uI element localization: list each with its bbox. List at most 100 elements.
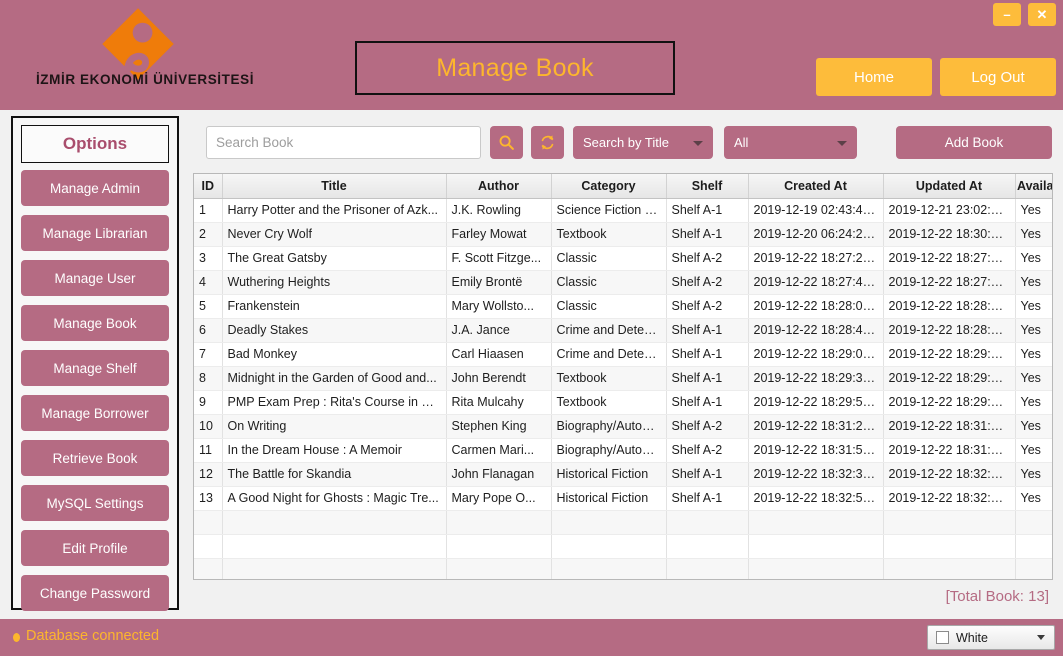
column-header-available[interactable]: Available xyxy=(1015,174,1052,199)
cell-updated-at: 2019-12-22 18:28:47.0 xyxy=(883,318,1016,343)
table-row[interactable] xyxy=(194,558,1052,579)
cell-created-at: 2019-12-22 18:32:58.0 xyxy=(748,486,884,511)
cell-updated-at: 2019-12-22 18:27:46.0 xyxy=(883,270,1016,295)
cell-updated-at: 2019-12-22 18:29:53.0 xyxy=(883,390,1016,415)
cell-created-at: 2019-12-22 18:27:26.0 xyxy=(748,246,884,271)
cell-created-at: 2019-12-22 18:28:47.0 xyxy=(748,318,884,343)
column-header-id[interactable]: ID xyxy=(194,174,223,199)
table-row[interactable]: 11 In the Dream House : A Memoir Carmen Ma… xyxy=(194,438,1052,463)
cell-shelf xyxy=(666,534,749,559)
cell-shelf: Shelf A-1 xyxy=(666,462,749,487)
cell-created-at: 2019-12-22 18:27:46.0 xyxy=(748,270,884,295)
table-row[interactable]: 13 A Good Night for Ghosts : Magic Tre...… xyxy=(194,486,1052,511)
add-book-button[interactable]: Add Book xyxy=(896,126,1052,159)
cell-updated-at: 2019-12-22 18:31:50.0 xyxy=(883,438,1016,463)
search-button[interactable] xyxy=(490,126,523,159)
sidebar-item-change-password[interactable]: Change Password xyxy=(21,575,169,611)
cell-category: Historical Fiction xyxy=(551,462,667,487)
theme-value: White xyxy=(956,630,988,645)
table-row[interactable]: 7 Bad Monkey Carl Hiaasen Crime and Detecti… xyxy=(194,342,1052,367)
cell-available: Yes xyxy=(1015,414,1052,439)
column-header-updated-at[interactable]: Updated At xyxy=(883,174,1016,199)
sidebar-item-manage-borrower[interactable]: Manage Borrower xyxy=(21,395,169,431)
cell-available: Yes xyxy=(1015,294,1052,319)
cell-title: In the Dream House : A Memoir xyxy=(222,438,447,463)
home-button[interactable]: Home xyxy=(816,58,932,96)
sidebar-item-retrieve-book[interactable]: Retrieve Book xyxy=(21,440,169,476)
table-row[interactable]: 3 The Great Gatsby F. Scott Fitzge... Class… xyxy=(194,246,1052,271)
close-icon[interactable]: ✕ xyxy=(1028,3,1056,26)
filter-dropdown[interactable]: All xyxy=(724,126,857,159)
column-header-shelf[interactable]: Shelf xyxy=(666,174,749,199)
logout-button[interactable]: Log Out xyxy=(940,58,1056,96)
sidebar-item-mysql-settings[interactable]: MySQL Settings xyxy=(21,485,169,521)
cell-title: The Great Gatsby xyxy=(222,246,447,271)
sidebar-item-manage-admin[interactable]: Manage Admin xyxy=(21,170,169,206)
sidebar-item-edit-profile[interactable]: Edit Profile xyxy=(21,530,169,566)
cell-shelf: Shelf A-2 xyxy=(666,294,749,319)
cell-title: Harry Potter and the Prisoner of Azk... xyxy=(222,198,447,223)
theme-dropdown[interactable]: White xyxy=(927,625,1055,650)
cell-id xyxy=(194,510,223,535)
table-row[interactable] xyxy=(194,534,1052,559)
cell-category: Crime and Detective xyxy=(551,342,667,367)
cell-id xyxy=(194,558,223,579)
search-by-dropdown[interactable]: Search by Title xyxy=(573,126,713,159)
cell-category: Crime and Detective xyxy=(551,318,667,343)
cell-created-at: 2019-12-22 18:31:50.0 xyxy=(748,438,884,463)
cell-category: Biography/Autobio... xyxy=(551,438,667,463)
search-input[interactable] xyxy=(206,126,481,159)
cell-category: Classic xyxy=(551,294,667,319)
total-book-count: [Total Book: 13] xyxy=(945,588,1049,605)
table-row[interactable]: 4 Wuthering Heights Emily Brontë Classic She… xyxy=(194,270,1052,295)
column-header-title[interactable]: Title xyxy=(222,174,447,199)
cell-title: The Battle for Skandia xyxy=(222,462,447,487)
column-header-created-at[interactable]: Created At xyxy=(748,174,884,199)
sidebar-item-manage-librarian[interactable]: Manage Librarian xyxy=(21,215,169,251)
cell-available: Yes xyxy=(1015,318,1052,343)
cell-author: J.A. Jance xyxy=(446,318,552,343)
table-row[interactable]: 2 Never Cry Wolf Farley Mowat Textbook Shelf… xyxy=(194,222,1052,247)
cell-id: 11 xyxy=(194,438,223,463)
table-row[interactable]: 10 On Writing Stephen King Biography/Autobi… xyxy=(194,414,1052,439)
cell-shelf: Shelf A-2 xyxy=(666,438,749,463)
cell-title: Frankenstein xyxy=(222,294,447,319)
cell-author: F. Scott Fitzge... xyxy=(446,246,552,271)
cell-updated-at xyxy=(883,558,1016,579)
university-branding: İZMİR EKONOMİ ÜNİVERSİTESİ xyxy=(14,4,274,104)
sidebar-item-manage-shelf[interactable]: Manage Shelf xyxy=(21,350,169,386)
cell-shelf: Shelf A-1 xyxy=(666,222,749,247)
cell-created-at xyxy=(748,534,884,559)
table-row[interactable] xyxy=(194,510,1052,535)
books-table-container[interactable]: ID Title Author Category Shelf Created A… xyxy=(193,173,1053,580)
sidebar-item-manage-user[interactable]: Manage User xyxy=(21,260,169,296)
table-row[interactable]: 1 Harry Potter and the Prisoner of Azk...… xyxy=(194,198,1052,223)
refresh-button[interactable] xyxy=(531,126,564,159)
table-row[interactable]: 8 Midnight in the Garden of Good and... Jo… xyxy=(194,366,1052,391)
cell-title: PMP Exam Prep : Rita's Course in a B... xyxy=(222,390,447,415)
cell-title xyxy=(222,558,447,579)
theme-color-swatch xyxy=(936,631,949,644)
cell-author: Mary Pope O... xyxy=(446,486,552,511)
table-row[interactable]: 6 Deadly Stakes J.A. Jance Crime and Detect… xyxy=(194,318,1052,343)
cell-updated-at: 2019-12-22 18:29:34.0 xyxy=(883,366,1016,391)
sidebar-item-manage-book[interactable]: Manage Book xyxy=(21,305,169,341)
table-row[interactable]: 5 Frankenstein Mary Wollsto... Classic Shelf… xyxy=(194,294,1052,319)
cell-available: Yes xyxy=(1015,462,1052,487)
cell-shelf: Shelf A-1 xyxy=(666,318,749,343)
cell-shelf: Shelf A-1 xyxy=(666,366,749,391)
column-header-category[interactable]: Category xyxy=(551,174,667,199)
column-header-author[interactable]: Author xyxy=(446,174,552,199)
minimize-icon[interactable]: – xyxy=(993,3,1021,26)
page-title: Manage Book xyxy=(355,41,675,95)
cell-shelf: Shelf A-1 xyxy=(666,198,749,223)
cell-created-at: 2019-12-20 06:24:21.0 xyxy=(748,222,884,247)
table-row[interactable]: 9 PMP Exam Prep : Rita's Course in a B...… xyxy=(194,390,1052,415)
page-title-text: Manage Book xyxy=(436,53,594,82)
cell-id: 6 xyxy=(194,318,223,343)
search-by-value: Search by Title xyxy=(583,135,669,150)
cell-shelf xyxy=(666,558,749,579)
chevron-down-icon xyxy=(693,140,703,146)
table-body: 1 Harry Potter and the Prisoner of Azk...… xyxy=(194,198,1052,579)
table-row[interactable]: 12 The Battle for Skandia John Flanagan His… xyxy=(194,462,1052,487)
